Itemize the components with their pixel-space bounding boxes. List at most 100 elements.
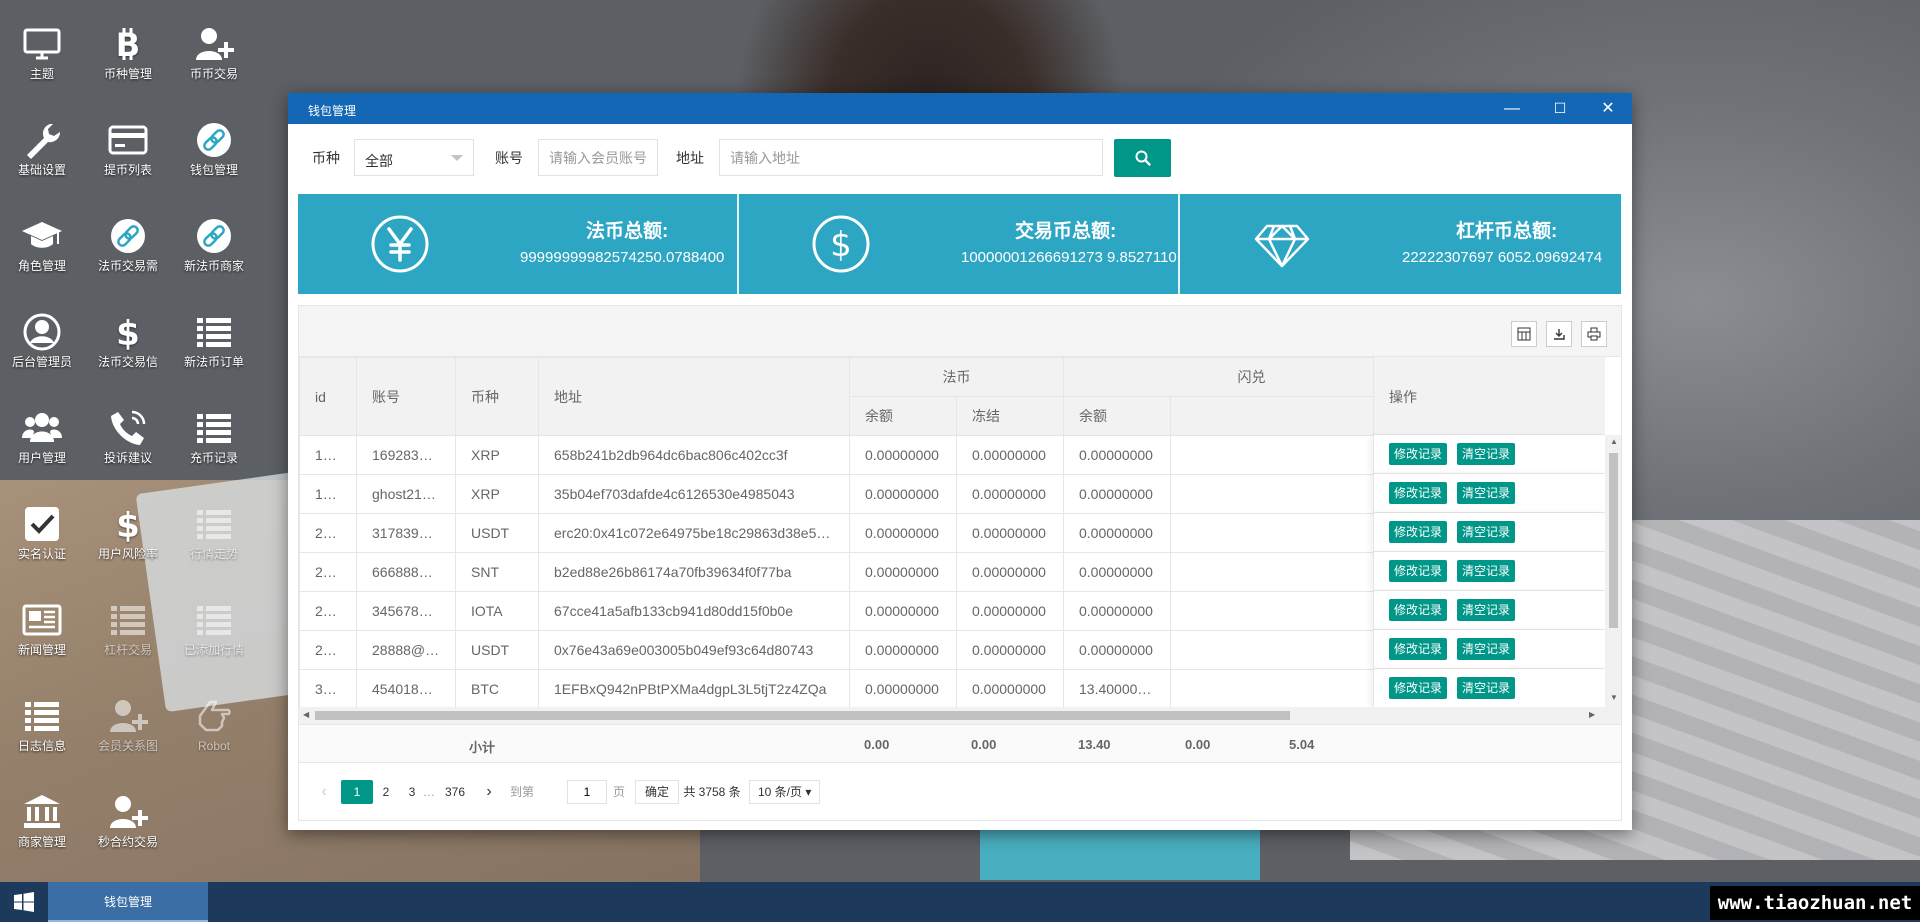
account-input[interactable] bbox=[538, 139, 658, 176]
column-filter-button[interactable] bbox=[1511, 321, 1537, 347]
desktop-icon-26[interactable]: 秒合约交易 bbox=[86, 786, 170, 866]
table-row[interactable]: 2048 317839657… USDT erc20:0x41c072e64975be… bbox=[299, 513, 1440, 553]
page-2-button[interactable]: 2 bbox=[373, 780, 399, 804]
desktop-icon-16[interactable]: 实名认证 bbox=[0, 498, 84, 578]
start-button[interactable] bbox=[0, 882, 48, 922]
desktop-icon-13[interactable]: 用户管理 bbox=[0, 402, 84, 482]
currency-select[interactable]: 全部 bbox=[354, 139, 474, 176]
horizontal-scrollbar[interactable]: ◀ ▶ bbox=[299, 707, 1621, 724]
desktop-icon-2[interactable]: B 币种管理 bbox=[86, 18, 170, 98]
clear-record-button[interactable]: 清空记录 bbox=[1457, 599, 1516, 621]
desktop-icon-1[interactable]: 主题 bbox=[0, 18, 84, 98]
desktop-icon-15[interactable]: 充币记录 bbox=[172, 402, 256, 482]
col-header-fiat-balance[interactable]: 余额 bbox=[849, 396, 957, 436]
cell-flash-balance: 0.00000000 bbox=[1063, 435, 1171, 475]
clear-record-button[interactable]: 清空记录 bbox=[1457, 521, 1516, 543]
desktop-icon-5[interactable]: 提币列表 bbox=[86, 114, 170, 194]
col-header-id[interactable]: id bbox=[299, 357, 357, 436]
desktop-icon-9[interactable]: 新法币商家 bbox=[172, 210, 256, 290]
wrench-icon bbox=[0, 114, 84, 162]
scroll-down-icon[interactable]: ▼ bbox=[1610, 693, 1618, 702]
desktop-icon-23[interactable]: 会员关系图 bbox=[86, 690, 170, 770]
prev-page-button[interactable]: ‹ bbox=[309, 780, 339, 804]
filter-bar: 币种 全部 账号 地址 bbox=[298, 137, 1618, 177]
yen-icon bbox=[371, 215, 429, 273]
desktop-icon-17[interactable]: $ 用户风险率 bbox=[86, 498, 170, 578]
desktop-icon-8[interactable]: 法币交易需 bbox=[86, 210, 170, 290]
edit-record-button[interactable]: 修改记录 bbox=[1389, 443, 1448, 465]
export-button[interactable] bbox=[1546, 321, 1572, 347]
scroll-up-icon[interactable]: ▲ bbox=[1610, 437, 1618, 446]
cell-flash-balance: 13.40000000 bbox=[1063, 669, 1171, 709]
pager-ellipsis: … bbox=[423, 785, 435, 799]
vertical-scroll-thumb[interactable] bbox=[1609, 453, 1618, 628]
edit-record-button[interactable]: 修改记录 bbox=[1389, 521, 1448, 543]
svg-text:$: $ bbox=[116, 506, 140, 544]
table-row[interactable]: 3072 454018332… BTC 1EFBxQ942nPBtPXMa4dgpL3… bbox=[299, 669, 1440, 709]
table-row[interactable]: 2816 28888@qq.… USDT 0x76e43a69e003005b049e… bbox=[299, 630, 1440, 670]
clear-record-button[interactable]: 清空记录 bbox=[1457, 560, 1516, 582]
desktop-icon-21[interactable]: 已添加行情 bbox=[172, 594, 256, 674]
scroll-left-icon[interactable]: ◀ bbox=[303, 710, 309, 719]
desktop-icon-22[interactable]: 日志信息 bbox=[0, 690, 84, 770]
taskbar-item-wallet[interactable]: 钱包管理 bbox=[48, 882, 208, 922]
col-header-fiat-frozen[interactable]: 冻结 bbox=[956, 396, 1064, 436]
col-header-account[interactable]: 账号 bbox=[356, 357, 456, 436]
svg-text:$: $ bbox=[830, 225, 852, 265]
page-3-button[interactable]: 3 bbox=[401, 780, 423, 804]
cell-currency: BTC bbox=[455, 669, 539, 709]
edit-record-button[interactable]: 修改记录 bbox=[1389, 638, 1448, 660]
clear-record-button[interactable]: 清空记录 bbox=[1457, 638, 1516, 660]
vertical-scrollbar[interactable]: ▲ ▼ bbox=[1605, 435, 1621, 707]
table-row[interactable]: 1536 ghost210@… XRP 35b04ef703dafde4c612653… bbox=[299, 474, 1440, 514]
address-input[interactable] bbox=[719, 139, 1103, 176]
desktop-icon-25[interactable]: 商家管理 bbox=[0, 786, 84, 866]
edit-record-button[interactable]: 修改记录 bbox=[1389, 482, 1448, 504]
table-row[interactable]: 2560 3456789@… IOTA 67cce41a5afb133cb941d80… bbox=[299, 591, 1440, 631]
bank-icon bbox=[0, 786, 84, 834]
col-header-flash-balance[interactable]: 余额 bbox=[1063, 396, 1171, 436]
ops-cell: 修改记录 清空记录 bbox=[1373, 552, 1605, 591]
desktop-icon-19[interactable]: 新闻管理 bbox=[0, 594, 84, 674]
search-button[interactable] bbox=[1114, 139, 1171, 177]
table-row[interactable]: 2304 666888@q… SNT b2ed88e26b86174a70fb3963… bbox=[299, 552, 1440, 592]
desktop-icon-12[interactable]: 新法币订单 bbox=[172, 306, 256, 386]
desktop-icon-10[interactable]: 后台管理员 bbox=[0, 306, 84, 386]
edit-record-button[interactable]: 修改记录 bbox=[1389, 560, 1448, 582]
goto-page-input[interactable] bbox=[567, 780, 607, 804]
desktop-icon-6[interactable]: 钱包管理 bbox=[172, 114, 256, 194]
close-button[interactable]: ✕ bbox=[1584, 93, 1632, 124]
page-1-button[interactable]: 1 bbox=[341, 780, 373, 804]
scroll-right-icon[interactable]: ▶ bbox=[1589, 710, 1595, 719]
cell-flash-balance: 0.00000000 bbox=[1063, 591, 1171, 631]
col-header-currency[interactable]: 币种 bbox=[455, 357, 539, 436]
desktop-icon-7[interactable]: 角色管理 bbox=[0, 210, 84, 290]
desktop-icon-24[interactable]: Robot bbox=[172, 690, 256, 770]
desktop-icon-14[interactable]: 投诉建议 bbox=[86, 402, 170, 482]
desktop-icon-20[interactable]: 杠杆交易 bbox=[86, 594, 170, 674]
desktop-icon-4[interactable]: 基础设置 bbox=[0, 114, 84, 194]
page-size-select[interactable]: 10 条/页 ▾ bbox=[749, 780, 821, 804]
horizontal-scroll-thumb[interactable] bbox=[315, 711, 1290, 720]
edit-record-button[interactable]: 修改记录 bbox=[1389, 599, 1448, 621]
maximize-button[interactable]: ☐ bbox=[1536, 93, 1584, 124]
desktop-icon-18[interactable]: 行情走势 bbox=[172, 498, 256, 578]
desktop-icon-11[interactable]: $ 法币交易信 bbox=[86, 306, 170, 386]
title-bar[interactable]: 钱包管理 — ☐ ✕ bbox=[288, 93, 1632, 124]
clear-record-button[interactable]: 清空记录 bbox=[1457, 443, 1516, 465]
col-header-address[interactable]: 地址 bbox=[538, 357, 850, 436]
desktop-icon-3[interactable]: 币币交易 bbox=[172, 18, 256, 98]
clear-record-button[interactable]: 清空记录 bbox=[1457, 482, 1516, 504]
diamond-icon bbox=[1254, 224, 1310, 268]
table-row[interactable]: 1280 169283257… XRP 658b241b2db964dc6bac806… bbox=[299, 435, 1440, 475]
next-page-button[interactable]: › bbox=[477, 780, 501, 804]
minimize-button[interactable]: — bbox=[1488, 93, 1536, 124]
clear-record-button[interactable]: 清空记录 bbox=[1457, 677, 1516, 699]
print-button[interactable] bbox=[1581, 321, 1607, 347]
edit-record-button[interactable]: 修改记录 bbox=[1389, 677, 1448, 699]
phone-icon bbox=[86, 402, 170, 450]
confirm-page-button[interactable]: 确定 bbox=[635, 780, 680, 804]
ops-cell: 修改记录 清空记录 bbox=[1373, 474, 1605, 513]
page-last-button[interactable]: 376 bbox=[439, 780, 471, 804]
window-title: 钱包管理 bbox=[308, 104, 357, 118]
